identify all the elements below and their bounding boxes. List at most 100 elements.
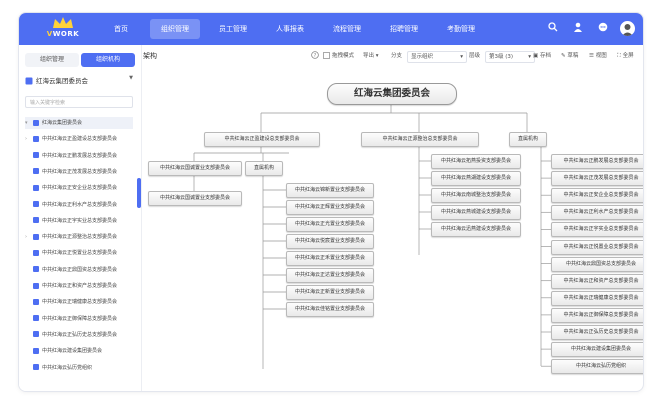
unit-node[interactable]: 中共红海云建设集团委员会 bbox=[551, 342, 643, 358]
unit-node[interactable]: 中共红海云正茂发展总支部委员会 bbox=[551, 171, 643, 187]
nav-hr-reports[interactable]: 人事报表 bbox=[268, 19, 312, 39]
tree-item[interactable]: 中共红海云建设集团委员会 bbox=[25, 345, 102, 357]
tree-item-label: 中共红海云正和资产总支部委员会 bbox=[42, 283, 118, 289]
tree-root-item[interactable]: ▾ 红海云集团委员会 bbox=[25, 117, 133, 129]
unit-node[interactable]: 中共红海云正新置业支部委员会 bbox=[286, 285, 374, 300]
org-unit-icon bbox=[33, 233, 39, 240]
nav-home[interactable]: 首页 bbox=[103, 19, 139, 39]
tree-item[interactable]: 中共红海云正弘历史总支部委员会 bbox=[25, 329, 117, 341]
org-unit-icon bbox=[33, 364, 39, 370]
unit-node[interactable]: 中共红海云弘历党组织 bbox=[551, 359, 643, 375]
tree-item[interactable]: 中共红海云弘历党组织 bbox=[25, 362, 92, 374]
direct-unit-node[interactable]: 直属机构 bbox=[245, 161, 283, 176]
org-unit-icon bbox=[33, 249, 39, 256]
org-select[interactable]: 红海云集团委员会 ▼ bbox=[25, 75, 135, 87]
nav-recruitment[interactable]: 招聘管理 bbox=[382, 19, 426, 39]
unit-node[interactable]: 中共红海云悦宸置业支部委员会 bbox=[286, 234, 374, 249]
org-unit-icon bbox=[33, 119, 39, 126]
level1-node[interactable]: 中共红海云正源整治总支部委员会 bbox=[361, 132, 479, 147]
unit-node[interactable]: 中共红海云南城整治支部委员会 bbox=[431, 188, 521, 203]
tree-item[interactable]: 中共红海云正鼎国资总支部委员会 bbox=[25, 264, 117, 276]
tree-item[interactable]: 中共红海云正茂发展总支部委员会 bbox=[25, 166, 117, 178]
sidebar: 组织管理 组织机构 红海云集团委员会 ▼ 输入关键字检索 ▾ 红海云集团委员会 › 中… bbox=[19, 45, 142, 391]
unit-node[interactable]: 中共红海云正和资产总支部委员会 bbox=[551, 273, 643, 289]
help-icon[interactable]: ? bbox=[311, 51, 319, 61]
tree-item[interactable]: 中共红海云正御保障总支部委员会 bbox=[25, 313, 117, 325]
export-menu[interactable]: 导出 ▾ bbox=[363, 51, 379, 61]
user-icon[interactable] bbox=[571, 22, 585, 36]
org-unit-icon bbox=[33, 152, 39, 159]
org-unit-icon bbox=[33, 347, 39, 354]
tree-item-label: 中共红海云正瑞健康总支部委员会 bbox=[42, 299, 118, 306]
branch-node[interactable]: 中共红海云国诚置业支部委员会 bbox=[148, 191, 242, 206]
nav-attendance[interactable]: 考勤管理 bbox=[439, 19, 483, 39]
tree-item[interactable]: 中共红海云正鹏发展总支部委员会 bbox=[25, 150, 117, 162]
search-input[interactable]: 输入关键字检索 bbox=[25, 96, 133, 108]
tree-item[interactable]: 中共红海云正瑞健康总支部委员会 bbox=[25, 296, 117, 308]
unit-node[interactable]: 中共红海云锦新置业支部委员会 bbox=[286, 183, 374, 198]
root-node[interactable]: 红海云集团委员会 bbox=[327, 83, 457, 105]
org-icon bbox=[25, 77, 33, 85]
org-unit-icon bbox=[33, 184, 39, 191]
unit-node[interactable]: 中共红海云佳铭置业支部委员会 bbox=[286, 302, 374, 317]
unit-node[interactable]: 中共红海云正鹏发展总支部委员会 bbox=[551, 154, 643, 169]
archive-button[interactable]: ▣ 存档 bbox=[533, 51, 551, 61]
nav-employee-management[interactable]: 员工管理 bbox=[211, 19, 255, 39]
unit-node[interactable]: 中共红海云正瑞健康总支部委员会 bbox=[551, 290, 643, 306]
unit-node[interactable]: 中共红海云正光置业支部委员会 bbox=[286, 217, 374, 232]
avatar[interactable] bbox=[620, 21, 635, 36]
unit-node[interactable]: 中共红海云正御保障总支部委员会 bbox=[551, 307, 643, 323]
nav-org-management[interactable]: 组织管理 bbox=[150, 19, 200, 39]
fullscreen-button[interactable]: ⛶ 全屏 bbox=[617, 51, 634, 61]
toolbar: 架构 ? 拖拽模式 导出 ▾ 分支 显示组织 ▾ 层级 第3级 (3) ▾ ▣ 存档… bbox=[141, 45, 643, 67]
checkbox[interactable] bbox=[323, 52, 330, 59]
unit-node[interactable]: 中共红海云燕城建设支部委员会 bbox=[431, 205, 521, 220]
expand-arrow-icon[interactable]: ▾ bbox=[25, 117, 33, 129]
unit-node[interactable]: 中共红海云拓燕投资支部委员会 bbox=[431, 154, 521, 169]
logo-text: VWORK bbox=[46, 30, 80, 38]
tree-item[interactable]: 中共红海云正和资产总支部委员会 bbox=[25, 280, 117, 292]
unit-node[interactable]: 中共红海云正达置业支部委员会 bbox=[286, 268, 374, 283]
unit-node[interactable]: 中共红海云迅燕建设支部委员会 bbox=[431, 222, 521, 237]
unit-node[interactable]: 中共红海云燕湖建设支部委员会 bbox=[431, 171, 521, 186]
level1-node[interactable]: 直属机构 bbox=[509, 132, 547, 147]
tree-item-label: 中共红海云正茂发展总支部委员会 bbox=[42, 168, 118, 175]
search-icon[interactable] bbox=[546, 22, 560, 36]
tree-item[interactable]: › 中共红海云正盈建设总支部委员会 bbox=[25, 133, 117, 145]
tree-item-label: 红海云集团委员会 bbox=[42, 120, 83, 126]
level-label: 层级 bbox=[469, 53, 481, 59]
unit-node[interactable]: 中共红海云正辉置业支部委员会 bbox=[286, 200, 374, 215]
unit-node[interactable]: 中共红海云正弘历史总支部委员会 bbox=[551, 325, 643, 340]
unit-node[interactable]: 中共红海云正宇实业总支部委员会 bbox=[551, 222, 643, 238]
unit-node[interactable]: 中共红海云鼎国资总支部委员会 bbox=[551, 256, 643, 272]
org-unit-icon bbox=[33, 315, 39, 322]
view-button[interactable]: ☰ 视图 bbox=[589, 51, 607, 61]
tree-item[interactable]: 中共红海云正安企业总支部委员会 bbox=[25, 182, 117, 194]
unit-node[interactable]: 中共红海云正悦置业总支部委员会 bbox=[551, 239, 643, 255]
org-unit-icon bbox=[33, 331, 39, 338]
tab-org-management[interactable]: 组织管理 bbox=[25, 53, 79, 67]
unit-node[interactable]: 中共红海云正安企业总支部委员会 bbox=[551, 188, 643, 204]
drag-mode-toggle[interactable]: 拖拽模式 bbox=[323, 51, 354, 61]
tree-item-label: 中共红海云弘历党组织 bbox=[42, 364, 93, 371]
message-icon[interactable] bbox=[596, 22, 610, 36]
tree-item-label: 中共红海云正安企业总支部委员会 bbox=[42, 185, 118, 192]
tree-item[interactable]: 中共红海云正悦置业总支部委员会 bbox=[25, 247, 117, 259]
branch-node[interactable]: 中共红海云国诚置业支部委员会 bbox=[148, 161, 242, 176]
unit-node[interactable]: 中共红海云正禾置业支部委员会 bbox=[286, 251, 374, 266]
draft-button[interactable]: ✎ 草稿 bbox=[561, 51, 578, 61]
tab-org-structure[interactable]: 组织机构 bbox=[81, 53, 135, 67]
unit-node[interactable]: 中共红海云正利水产总支部委员会 bbox=[551, 205, 643, 221]
expand-arrow-icon[interactable]: › bbox=[25, 231, 33, 243]
level1-node[interactable]: 中共红海云正盈建设总支部委员会 bbox=[204, 132, 320, 147]
display-org-select[interactable]: 显示组织 ▾ bbox=[407, 51, 467, 63]
org-unit-icon bbox=[33, 135, 39, 142]
tree-item[interactable]: › 中共红海云正源整治总支部委员会 bbox=[25, 231, 117, 243]
tree-item[interactable]: 中共红海云正利水产总支部委员会 bbox=[25, 199, 117, 211]
expand-arrow-icon[interactable]: › bbox=[25, 133, 33, 145]
tree-item-label: 中共红海云正宇实业总支部委员会 bbox=[42, 217, 118, 224]
level-select[interactable]: 第3级 (3) ▾ bbox=[485, 51, 535, 63]
nav-process-management[interactable]: 流程管理 bbox=[325, 19, 369, 39]
svg-text:?: ? bbox=[314, 53, 317, 59]
tree-item[interactable]: 中共红海云正宇实业总支部委员会 bbox=[25, 215, 117, 227]
